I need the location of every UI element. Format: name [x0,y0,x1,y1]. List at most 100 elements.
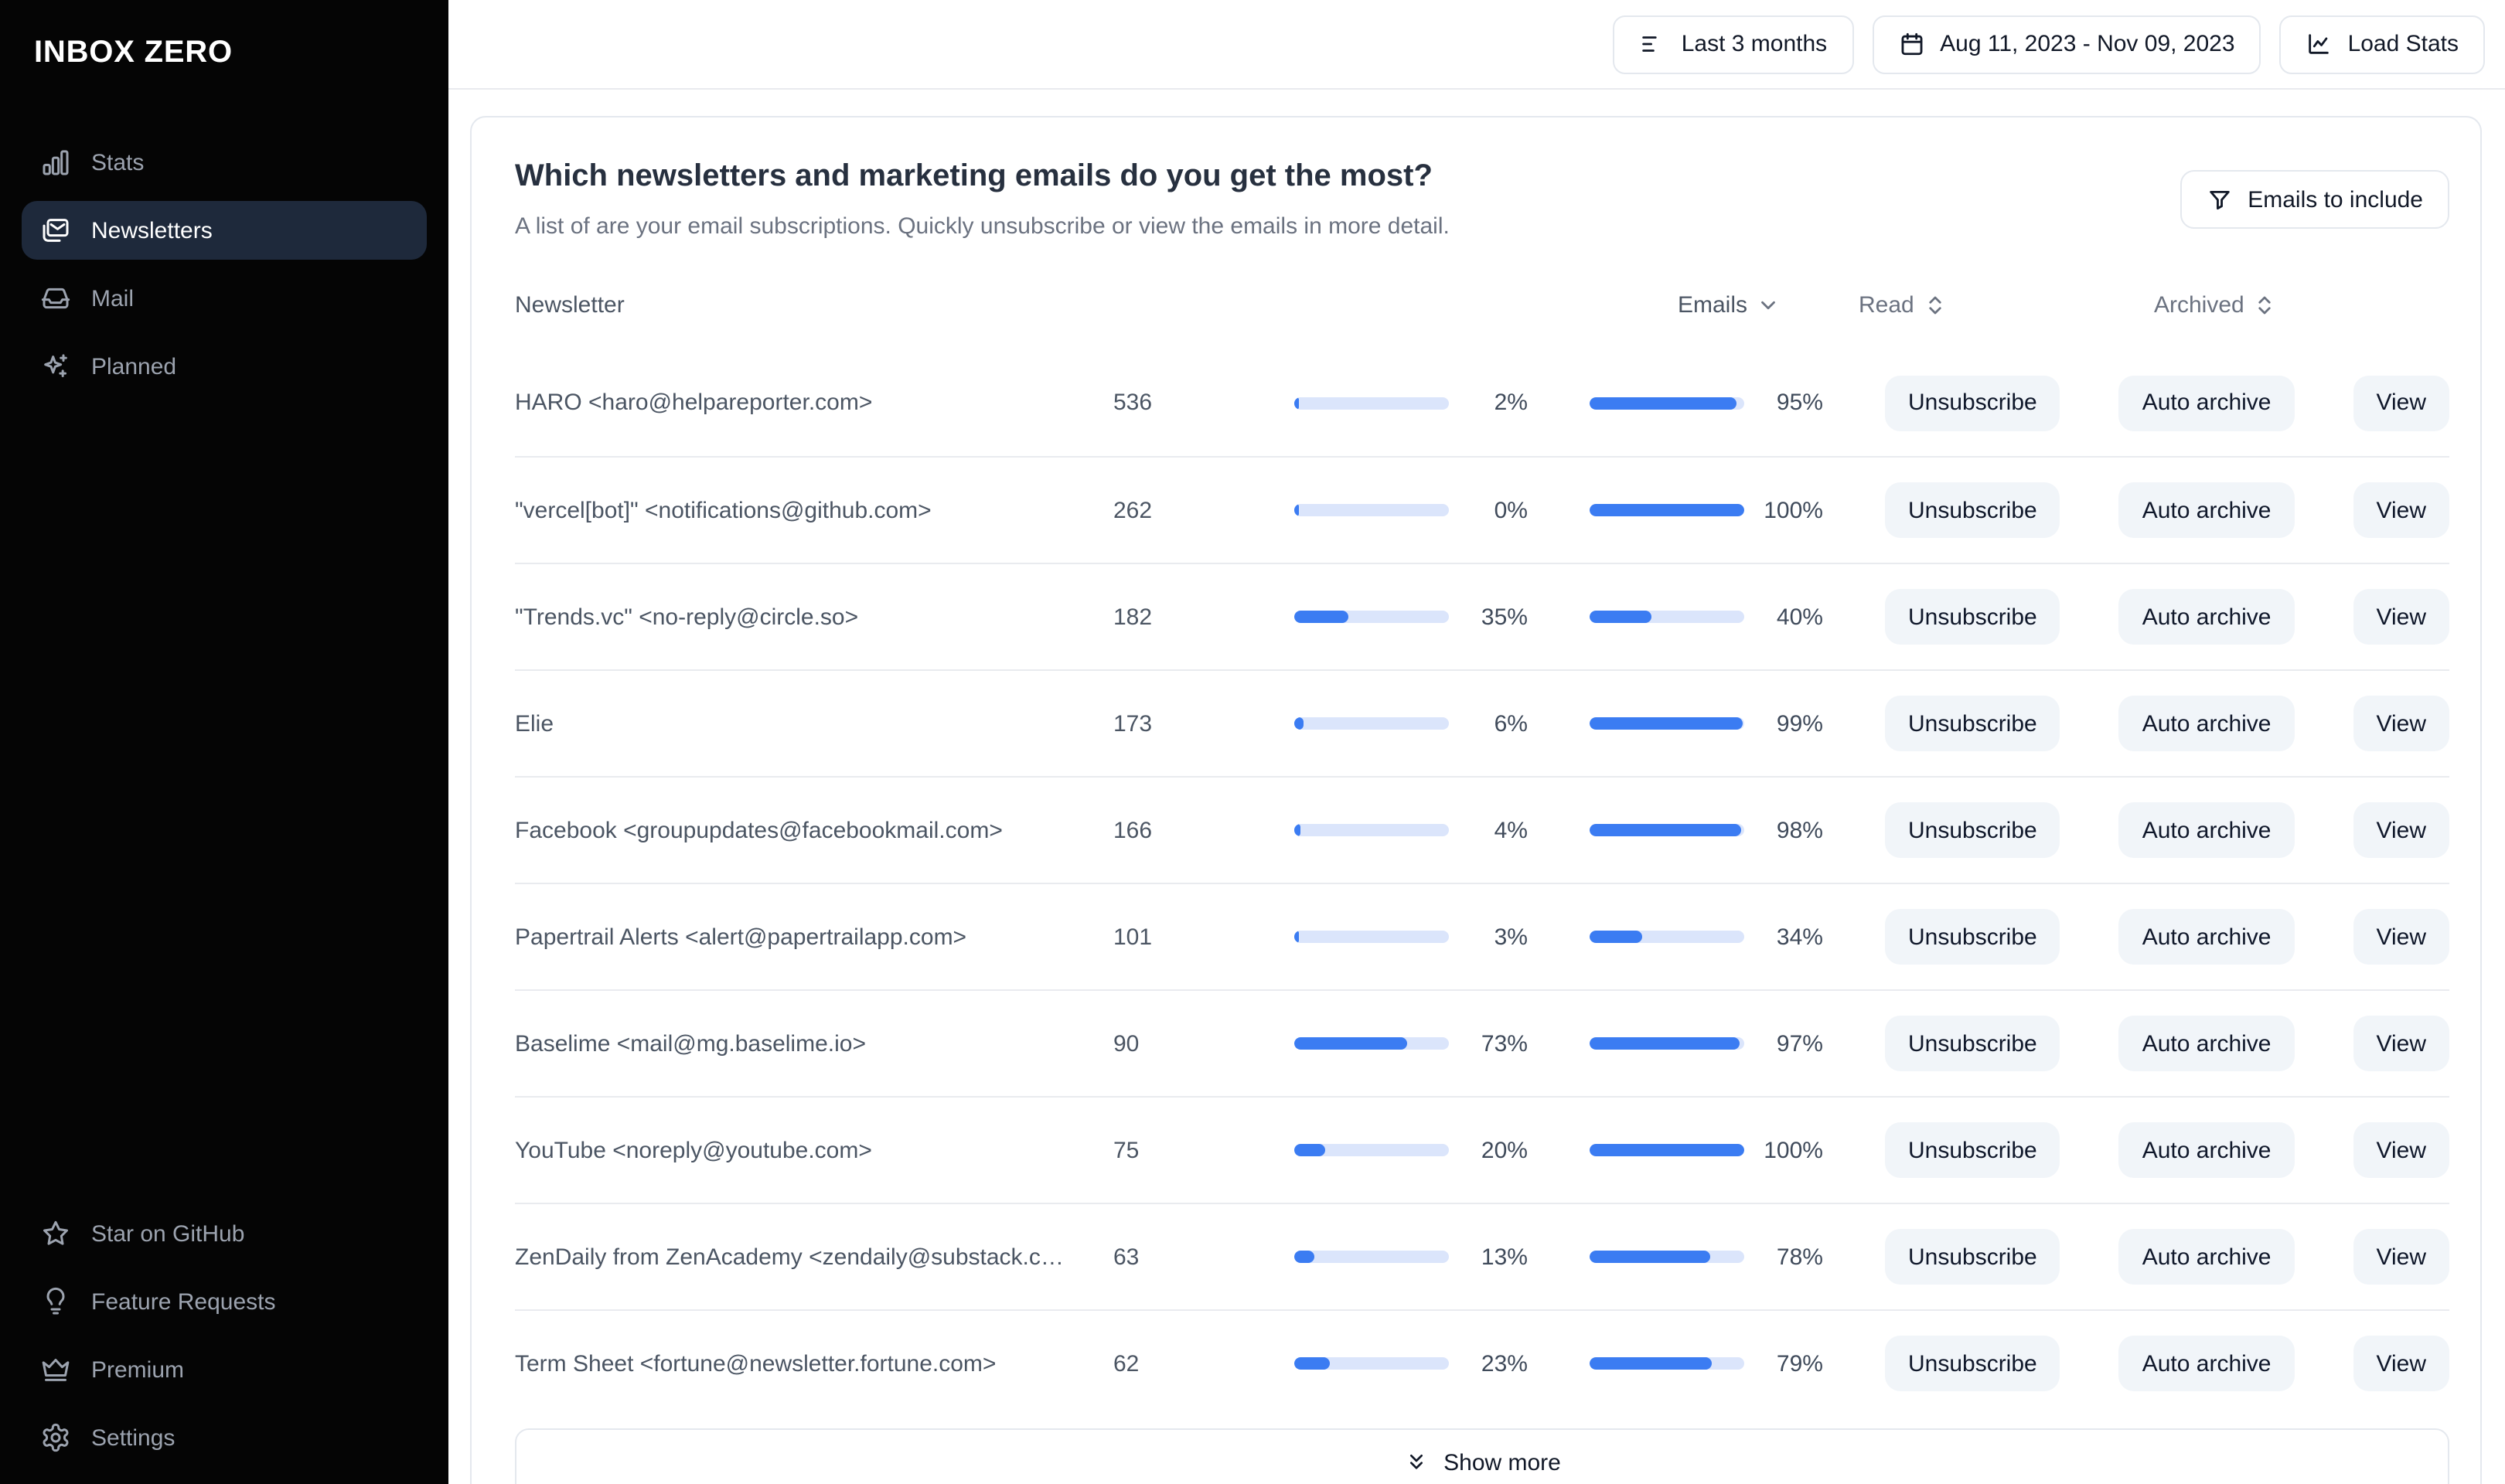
emails-count: 166 [1113,817,1153,843]
date-preset-button[interactable]: Last 3 months [1613,15,1854,73]
emails-count: 63 [1113,1244,1140,1270]
chevron-down-icon [1761,300,1775,309]
view-button[interactable]: View [2353,482,2449,538]
emails-count: 62 [1113,1350,1140,1377]
read-cell: 35% [1279,604,1528,630]
column-header-newsletter: Newsletter [515,291,625,318]
archived-progress-bar [1589,1357,1744,1370]
read-percent: 35% [1481,604,1528,630]
row-actions: Unsubscribe Auto archive View [1884,482,2449,538]
archived-percent: 99% [1776,710,1823,737]
sidebar-item-stats[interactable]: Stats [22,133,427,192]
sidebar-item-feature-requests[interactable]: Feature Requests [22,1272,427,1331]
row-actions: Unsubscribe Auto archive View [1884,589,2449,645]
sidebar-item-planned[interactable]: Planned [22,337,427,396]
read-progress-fill [1293,611,1348,623]
auto-archive-button[interactable]: Auto archive [2118,909,2295,965]
app-logo: INBOX ZERO [34,36,233,70]
unsubscribe-button[interactable]: Unsubscribe [1884,482,2060,538]
sidebar-item-label: Mail [91,285,135,311]
column-header-archived[interactable]: Archived [2154,291,2387,318]
emails-to-include-label: Emails to include [2248,186,2423,213]
archived-percent: 100% [1764,497,1823,523]
read-percent: 3% [1494,924,1528,950]
row-actions: Unsubscribe Auto archive View [1884,909,2449,965]
column-header-read[interactable]: Read [1843,291,2092,318]
auto-archive-button[interactable]: Auto archive [2118,1016,2295,1071]
unsubscribe-button[interactable]: Unsubscribe [1884,1122,2060,1178]
unsubscribe-button[interactable]: Unsubscribe [1884,696,2060,751]
archived-progress-bar [1589,611,1744,623]
view-button[interactable]: View [2353,696,2449,751]
read-percent: 0% [1494,497,1528,523]
view-button[interactable]: View [2353,909,2449,965]
sidebar-item-settings[interactable]: Settings [22,1408,427,1467]
auto-archive-button[interactable]: Auto archive [2118,696,2295,751]
view-button[interactable]: View [2353,589,2449,645]
table-row: HARO <haro@helpareporter.com> 536 2% 95%… [515,349,2449,456]
auto-archive-button[interactable]: Auto archive [2118,802,2295,858]
read-percent: 2% [1494,390,1528,416]
archived-progress-bar [1589,824,1744,836]
sidebar-item-premium[interactable]: Premium [22,1340,427,1399]
read-progress-fill [1293,1144,1325,1156]
newsletter-name: Elie [515,710,554,737]
view-button[interactable]: View [2353,375,2449,431]
emails-count: 262 [1113,497,1153,523]
sidebar-item-newsletters[interactable]: Newsletters [22,201,427,260]
unsubscribe-button[interactable]: Unsubscribe [1884,589,2060,645]
row-actions: Unsubscribe Auto archive View [1884,375,2449,431]
view-button[interactable]: View [2353,1336,2449,1391]
calendar-icon [1900,32,1922,56]
unsubscribe-button[interactable]: Unsubscribe [1884,909,2060,965]
archived-progress-bar [1589,504,1744,516]
unsubscribe-button[interactable]: Unsubscribe [1884,1336,2060,1391]
read-progress-bar [1293,1357,1449,1370]
emails-count: 182 [1113,604,1153,630]
view-button[interactable]: View [2353,802,2449,858]
filter-lines-icon [1642,36,1658,52]
read-cell: 0% [1279,497,1528,523]
auto-archive-button[interactable]: Auto archive [2118,589,2295,645]
view-button[interactable]: View [2353,1122,2449,1178]
bar-chart-icon [43,150,69,175]
crown-icon [42,1359,70,1381]
auto-archive-button[interactable]: Auto archive [2118,1229,2295,1285]
app-window: INBOX ZERO Stats Newsletters Mail Planne… [0,0,2505,1484]
auto-archive-button[interactable]: Auto archive [2118,375,2295,431]
row-actions: Unsubscribe Auto archive View [1884,1229,2449,1285]
load-stats-button[interactable]: Load Stats [2279,15,2485,73]
sidebar-nav: Stats Newsletters Mail Planned [0,133,448,396]
show-more-button[interactable]: Show more [515,1428,2449,1484]
unsubscribe-button[interactable]: Unsubscribe [1884,802,2060,858]
unsubscribe-button[interactable]: Unsubscribe [1884,375,2060,431]
unsubscribe-button[interactable]: Unsubscribe [1884,1016,2060,1071]
table-row: Term Sheet <fortune@newsletter.fortune.c… [515,1309,2449,1416]
auto-archive-button[interactable]: Auto archive [2118,482,2295,538]
archived-progress-bar [1589,1037,1744,1050]
auto-archive-button[interactable]: Auto archive [2118,1336,2295,1391]
read-progress-bar [1293,931,1449,943]
table-header: Newsletter Emails Read Archived [515,278,2449,331]
sidebar-item-star-on-github[interactable]: Star on GitHub [22,1204,427,1263]
sidebar-item-mail[interactable]: Mail [22,269,427,328]
archived-percent: 79% [1776,1350,1823,1377]
read-percent: 73% [1481,1030,1528,1057]
date-range-button[interactable]: Aug 11, 2023 - Nov 09, 2023 [1872,15,2261,73]
view-button[interactable]: View [2353,1229,2449,1285]
archived-cell: 99% [1589,710,1823,737]
row-actions: Unsubscribe Auto archive View [1884,696,2449,751]
unsubscribe-button[interactable]: Unsubscribe [1884,1229,2060,1285]
archived-cell: 34% [1589,924,1823,950]
auto-archive-button[interactable]: Auto archive [2118,1122,2295,1178]
read-progress-bar [1293,717,1449,730]
date-preset-label: Last 3 months [1681,31,1828,57]
read-progress-bar [1293,397,1449,409]
read-progress-fill [1293,824,1300,836]
view-button[interactable]: View [2353,1016,2449,1071]
read-cell: 13% [1279,1244,1528,1270]
topbar: Last 3 months Aug 11, 2023 - Nov 09, 202… [448,0,2505,90]
column-header-emails[interactable]: Emails [1662,291,1843,318]
emails-to-include-button[interactable]: Emails to include [2180,170,2449,229]
archived-cell: 79% [1589,1350,1823,1377]
